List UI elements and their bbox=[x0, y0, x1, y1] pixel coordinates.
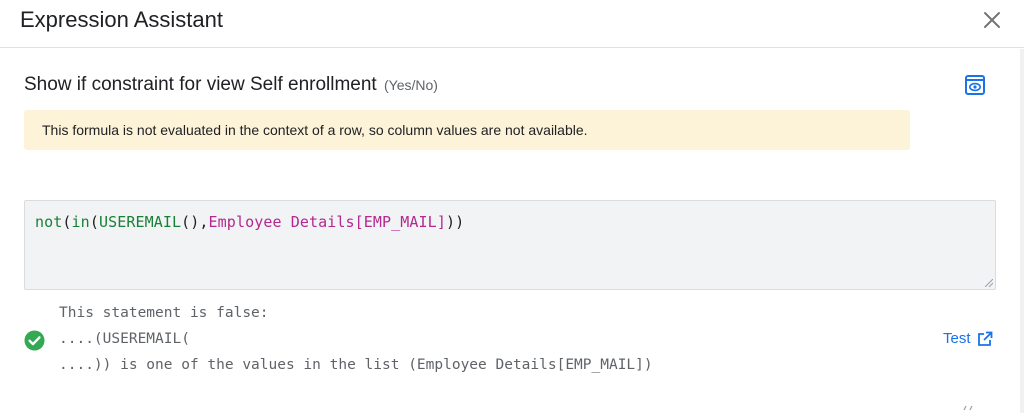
scrollbar[interactable] bbox=[1020, 49, 1024, 413]
token-comma: , bbox=[199, 213, 209, 231]
chevron-icon bbox=[963, 405, 973, 411]
preview-icon bbox=[965, 75, 985, 95]
token-paren: ( bbox=[89, 213, 99, 231]
result-line-3: ....)) is one of the values in the list … bbox=[59, 357, 653, 373]
test-link[interactable]: Test bbox=[943, 330, 993, 347]
dialog-header: Expression Assistant bbox=[0, 0, 1024, 48]
token-field: Employee Details[EMP_MAIL] bbox=[208, 213, 446, 231]
open-in-new-icon bbox=[977, 331, 992, 346]
close-icon bbox=[984, 12, 1000, 28]
result-line-1: This statement is false: bbox=[59, 305, 269, 321]
warning-banner: This formula is not evaluated in the con… bbox=[24, 110, 910, 150]
token-close: )) bbox=[445, 213, 465, 231]
token-useremail: USEREMAIL bbox=[98, 213, 182, 231]
preview-button[interactable] bbox=[964, 74, 986, 96]
token-paren: ( bbox=[62, 213, 72, 231]
dialog-title: Expression Assistant bbox=[20, 7, 223, 32]
expression-code[interactable]: not(in(USEREMAIL(),Employee Details[EMP_… bbox=[35, 213, 464, 231]
close-button[interactable] bbox=[980, 8, 1004, 32]
result-panel: This statement is false: ....(USEREMAIL(… bbox=[24, 303, 994, 383]
token-not: not bbox=[35, 213, 63, 231]
expression-editor[interactable]: not(in(USEREMAIL(),Employee Details[EMP_… bbox=[24, 200, 996, 290]
token-in: in bbox=[71, 213, 90, 231]
token-call: () bbox=[181, 213, 200, 231]
section-heading-text: Show if constraint for view Self enrollm… bbox=[24, 74, 377, 95]
section-heading: Show if constraint for view Self enrollm… bbox=[24, 73, 438, 97]
check-circle-icon bbox=[24, 330, 45, 351]
type-tag: (Yes/No) bbox=[384, 77, 438, 93]
warning-text: This formula is not evaluated in the con… bbox=[42, 122, 588, 138]
result-line-2: ....(USEREMAIL( bbox=[59, 331, 190, 347]
test-link-label: Test bbox=[943, 330, 971, 347]
resize-grip-icon[interactable] bbox=[985, 279, 993, 287]
